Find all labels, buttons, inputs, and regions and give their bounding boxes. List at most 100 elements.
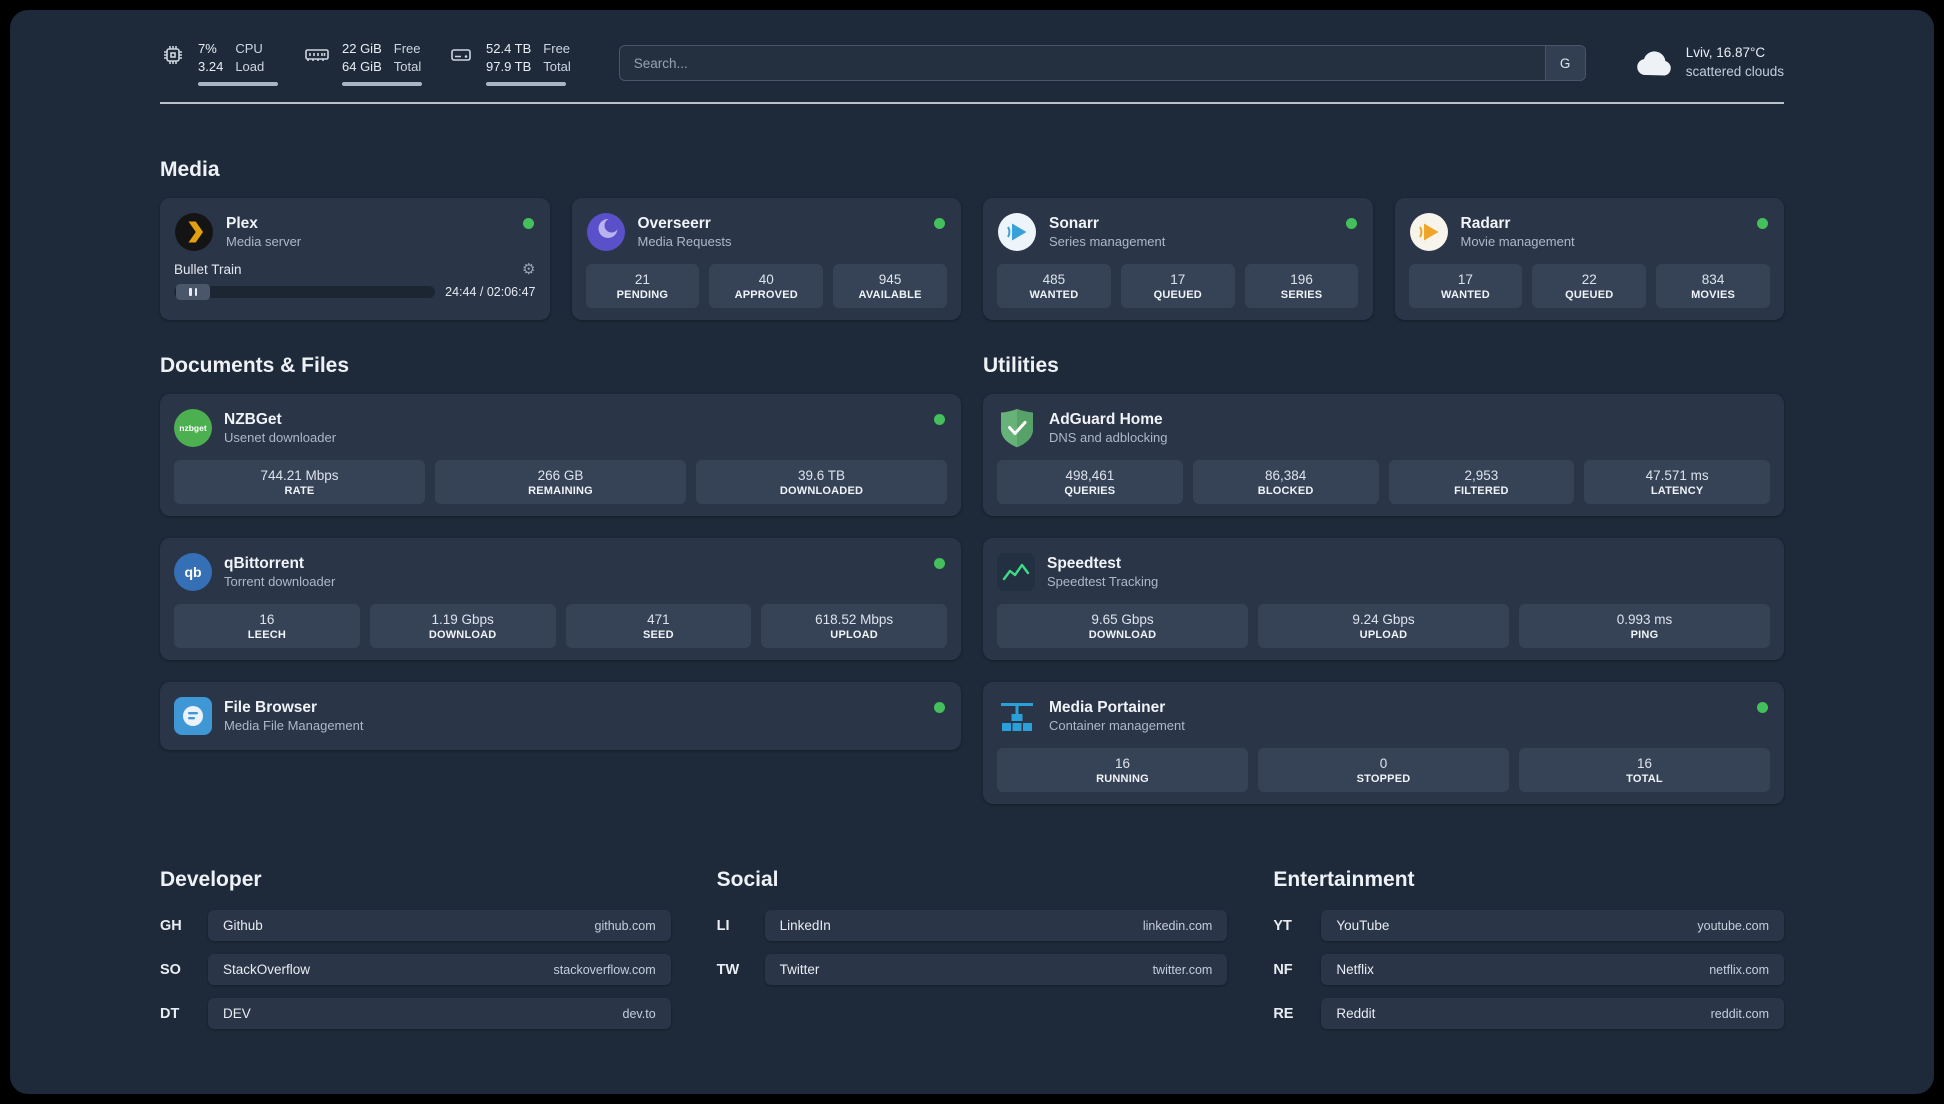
stat-label: MOVIES xyxy=(1691,289,1736,302)
ram-icon xyxy=(304,42,330,68)
bookmark-abbr: GH xyxy=(160,917,182,934)
bookmark-url: reddit.com xyxy=(1710,1006,1769,1021)
cpu-usage-value: 7% xyxy=(198,41,217,56)
plex-header: Plex Media server xyxy=(174,210,536,254)
nzbget-subtitle: Usenet downloader xyxy=(224,429,337,445)
adguard-subtitle: DNS and adblocking xyxy=(1049,429,1168,445)
bookmark-abbr: YT xyxy=(1273,917,1292,934)
stat-tile: 39.6 TB DOWNLOADED xyxy=(696,460,947,505)
stat-value: 0 xyxy=(1379,756,1388,772)
filebrowser-icon xyxy=(174,697,212,736)
stat-tile: 834 MOVIES xyxy=(1656,264,1770,309)
sonarr-subtitle: Series management xyxy=(1049,233,1166,249)
search-bar: G xyxy=(618,45,1586,82)
stat-tile: 9.24 Gbps UPLOAD xyxy=(1258,604,1509,649)
plex-progress-bar[interactable] xyxy=(174,284,436,301)
media-grid: Plex Media server Bullet Train ⚙ 24:44 /… xyxy=(160,198,1784,321)
bookmark-group-developer: Developer GH Github github.com SO StackO… xyxy=(160,868,671,1042)
stat-tile: 744.21 Mbps RATE xyxy=(174,460,425,505)
stat-value: 16 xyxy=(1636,756,1653,772)
overseerr-subtitle: Media Requests xyxy=(637,233,732,249)
app-card-radarr[interactable]: Radarr Movie management 17 WANTED 22 QUE… xyxy=(1394,198,1784,321)
stat-tile: 16 LEECH xyxy=(174,604,360,649)
stat-label: LATENCY xyxy=(1650,485,1704,498)
stat-label: DOWNLOADED xyxy=(779,485,864,498)
bookmarks-section: Developer GH Github github.com SO StackO… xyxy=(160,868,1784,1042)
bookmark-link-stackoverflow[interactable]: StackOverflow stackoverflow.com xyxy=(208,954,671,986)
cpu-load-label: Load xyxy=(235,58,265,74)
disk-icon xyxy=(448,42,474,68)
app-card-qbittorrent[interactable]: qb qBittorrent Torrent downloader 16 LEE… xyxy=(160,538,961,661)
stat-label: UPLOAD xyxy=(1359,629,1408,642)
radarr-header: Radarr Movie management xyxy=(1409,210,1771,254)
stat-value: 196 xyxy=(1290,272,1313,288)
app-card-portainer[interactable]: Media Portainer Container management 16 … xyxy=(983,682,1784,805)
stat-label: SEED xyxy=(642,629,674,642)
utilities-column: Utilities AdGuard Home DNS and adblockin… xyxy=(983,354,1784,805)
cpu-metric: 7% 3.24 CPU Load xyxy=(160,40,278,87)
speedtest-icon xyxy=(997,553,1035,592)
bookmark-abbr: DT xyxy=(160,1005,180,1022)
weather-widget[interactable]: Lviv, 16.87°C scattered clouds xyxy=(1634,44,1784,82)
stat-label: RUNNING xyxy=(1096,773,1149,786)
bookmark-link-linkedin[interactable]: LinkedIn linkedin.com xyxy=(764,910,1228,942)
app-card-filebrowser[interactable]: File Browser Media File Management xyxy=(160,682,961,751)
stat-tile: 16 TOTAL xyxy=(1519,748,1770,793)
bookmark-link-dev[interactable]: DEV dev.to xyxy=(208,998,671,1030)
stat-value: 9.65 Gbps xyxy=(1091,612,1154,628)
app-card-adguard[interactable]: AdGuard Home DNS and adblocking 498,461 … xyxy=(983,394,1784,517)
bookmark-name: Github xyxy=(223,918,263,934)
topbar-divider xyxy=(160,102,1784,105)
speedtest-subtitle: Speedtest Tracking xyxy=(1047,573,1159,589)
ram-free-label: Free xyxy=(393,41,421,56)
bookmark-abbr: LI xyxy=(716,917,730,934)
speedtest-name: Speedtest xyxy=(1047,554,1122,572)
app-card-nzbget[interactable]: nzbget NZBGet Usenet downloader 744.21 M… xyxy=(160,394,961,517)
stat-tile: 498,461 QUERIES xyxy=(997,460,1183,505)
search-engine-button[interactable]: G xyxy=(1544,46,1585,81)
cloud-icon xyxy=(1634,49,1674,77)
stat-label: RATE xyxy=(284,485,315,498)
app-card-sonarr[interactable]: Sonarr Series management 485 WANTED 17 Q… xyxy=(983,198,1373,321)
sonarr-status-indicator xyxy=(1345,218,1357,230)
bookmark-link-reddit[interactable]: Reddit reddit.com xyxy=(1321,998,1784,1030)
stat-label: SERIES xyxy=(1280,289,1323,302)
weather-text: Lviv, 16.87°C scattered clouds xyxy=(1686,44,1784,82)
stat-tile: 0.993 ms PING xyxy=(1519,604,1770,649)
app-card-plex[interactable]: Plex Media server Bullet Train ⚙ 24:44 /… xyxy=(160,198,550,321)
stat-value: 618.52 Mbps xyxy=(815,612,894,628)
bookmark-link-github[interactable]: Github github.com xyxy=(208,910,671,942)
app-card-overseerr[interactable]: Overseerr Media Requests 21 PENDING 40 A… xyxy=(571,198,961,321)
stat-label: UPLOAD xyxy=(830,629,878,642)
qbittorrent-subtitle: Torrent downloader xyxy=(224,573,336,589)
stat-value: 485 xyxy=(1042,272,1066,288)
stat-label: REMAINING xyxy=(528,485,593,498)
adguard-name: AdGuard Home xyxy=(1049,410,1163,428)
weather-location: Lviv, 16.87°C xyxy=(1685,45,1766,61)
sonarr-icon xyxy=(997,212,1037,252)
overseerr-header: Overseerr Media Requests xyxy=(586,210,948,254)
portainer-stats: 16 RUNNING 0 STOPPED 16 TOTAL xyxy=(997,748,1770,793)
filebrowser-header: File Browser Media File Management xyxy=(174,694,947,738)
stat-tile: 0 STOPPED xyxy=(1258,748,1509,793)
bookmark-row: YT YouTube youtube.com xyxy=(1273,910,1784,942)
cpu-icon xyxy=(160,42,186,68)
pause-button[interactable] xyxy=(176,284,210,301)
ram-metric: 22 GiB 64 GiB Free Total xyxy=(304,40,422,87)
gear-icon[interactable]: ⚙ xyxy=(522,262,535,277)
bookmark-link-youtube[interactable]: YouTube youtube.com xyxy=(1321,910,1784,942)
bookmark-url: linkedin.com xyxy=(1142,918,1213,933)
adguard-header: AdGuard Home DNS and adblocking xyxy=(997,406,1770,450)
app-card-speedtest[interactable]: Speedtest Speedtest Tracking 9.65 Gbps D… xyxy=(983,538,1784,661)
bookmark-link-twitter[interactable]: Twitter twitter.com xyxy=(764,954,1228,986)
stat-tile: 2,953 FILTERED xyxy=(1388,460,1575,505)
sonarr-header: Sonarr Series management xyxy=(997,210,1359,254)
portainer-name: Media Portainer xyxy=(1049,698,1166,716)
media-section-title: Media xyxy=(160,158,220,182)
adguard-stats: 498,461 QUERIES 86,384 BLOCKED 2,953 FIL… xyxy=(997,460,1770,505)
plex-now-playing-row: Bullet Train ⚙ xyxy=(174,262,536,277)
bookmark-abbr: TW xyxy=(716,961,740,978)
search-input[interactable] xyxy=(619,46,1545,81)
bookmark-link-netflix[interactable]: Netflix netflix.com xyxy=(1321,954,1784,986)
filebrowser-name: File Browser xyxy=(224,698,318,716)
